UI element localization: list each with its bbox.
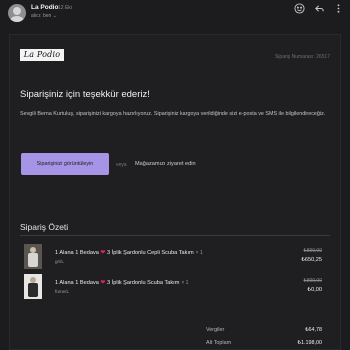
summary-divider [20, 235, 330, 236]
order-number: Sipariş Numarası: 26517 [274, 54, 330, 60]
item-price: ₺650,25 [301, 257, 322, 263]
item-price: ₺0,00 [307, 287, 322, 293]
item-original-price: ₺899,00 [303, 248, 322, 254]
more-icon[interactable] [332, 3, 344, 15]
visit-store-link[interactable]: Mağazamızı ziyaret edin [135, 161, 196, 167]
taxes-label: Vergiler [206, 327, 225, 333]
subtotal-row: Alt Toplam ₺1.198,00 [206, 340, 330, 350]
sender-name[interactable]: La Podio [31, 4, 58, 11]
reply-icon[interactable] [313, 3, 325, 15]
sender-avatar[interactable] [8, 4, 26, 22]
item-quantity: × 1 [195, 250, 203, 256]
subtotal-label: Alt Toplam [206, 340, 232, 346]
heart-icon: ❤ [100, 280, 106, 286]
product-image [24, 274, 42, 299]
smiley-icon[interactable] [293, 3, 305, 15]
subtotal-value: ₺1.198,00 [297, 340, 322, 346]
item-name: 1 Alana 1 Bedava ❤ 3 İplik Şardonlu Scub… [55, 280, 189, 286]
order-item: 1 Alana 1 Bedava ❤ 3 İplik Şardonlu Scub… [20, 274, 330, 300]
item-name: 1 Alana 1 Bedava ❤ 3 İplik Şardonlu Cepl… [55, 250, 203, 256]
order-summary-title: Sipariş Özeti [20, 222, 69, 232]
received-date: 12 Eki [58, 5, 72, 11]
taxes-value: ₺64,78 [305, 327, 322, 333]
item-quantity: × 1 [181, 280, 189, 286]
item-variant: füme/L [55, 289, 70, 294]
heart-icon: ❤ [100, 250, 106, 256]
order-item: 1 Alana 1 Bedava ❤ 3 İplik Şardonlu Cepl… [20, 244, 330, 270]
item-variant: gri/L [55, 259, 64, 264]
recipient-line[interactable]: alıcı: ben ⌄ [31, 13, 57, 19]
item-original-price: ₺899,00 [303, 278, 322, 284]
taxes-row: Vergiler ₺64,78 [206, 327, 330, 337]
product-image [24, 244, 42, 269]
mail-header: La Podio 12 Eki alıcı: ben ⌄ [0, 0, 350, 26]
view-order-button[interactable]: Siparişinizi görüntüleyin [21, 153, 109, 175]
confirmation-message: Sevgili Berna Kurtuluş, siparişinizi kar… [20, 111, 326, 117]
or-label: veya [116, 162, 127, 168]
thank-you-title: Siparişiniz için teşekkür ederiz! [20, 89, 150, 100]
email-body: La Podio Sipariş Numarası: 26517 Sipariş… [9, 34, 341, 350]
brand-logo[interactable]: La Podio [20, 49, 64, 61]
